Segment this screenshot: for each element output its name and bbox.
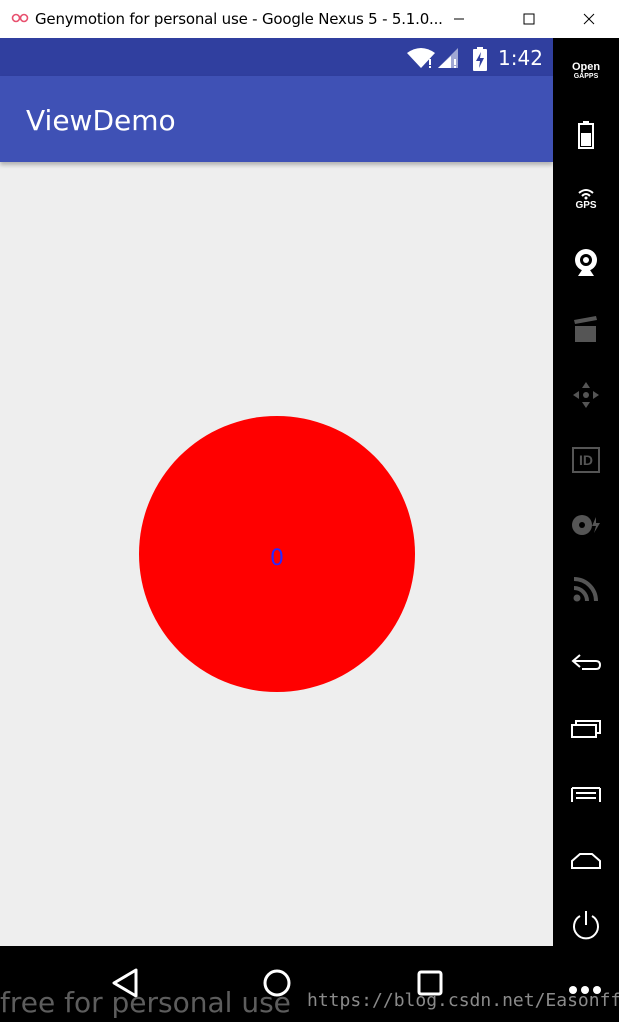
power-icon <box>573 911 599 940</box>
menu-button[interactable] <box>553 770 619 820</box>
opengapps-button[interactable]: Open GAPPS <box>553 46 619 96</box>
recent-apps-button[interactable] <box>553 704 619 754</box>
signal-icon <box>438 48 458 68</box>
opengapps-line1: Open <box>571 61 601 73</box>
power-button[interactable] <box>553 900 619 950</box>
back-icon <box>571 654 602 670</box>
circle-counter-value: 0 <box>270 545 284 571</box>
opengapps-line2: GAPPS <box>573 73 599 80</box>
wifi-icon <box>407 48 435 68</box>
network-button[interactable] <box>553 564 619 614</box>
back-button[interactable] <box>553 638 619 688</box>
window-title: Genymotion for personal use - Google Nex… <box>35 10 443 28</box>
dpad-button[interactable] <box>553 370 619 420</box>
capture-icon <box>574 316 597 342</box>
menu-icon <box>571 787 601 802</box>
recent-apps-icon <box>571 720 601 738</box>
app-title: ViewDemo <box>26 104 176 137</box>
watermark-personal-use: free for personal use <box>0 986 291 1019</box>
identifiers-label: ID <box>579 452 593 468</box>
battery-charging-icon <box>473 47 487 71</box>
minimize-icon <box>454 18 464 20</box>
dpad-icon <box>573 382 599 408</box>
opengapps-icon: Open GAPPS <box>571 61 601 81</box>
disk-io-icon <box>572 515 600 535</box>
webcam-button[interactable] <box>553 238 619 288</box>
battery-button[interactable] <box>553 110 619 160</box>
battery-icon <box>578 121 594 149</box>
app-toolbar: ViewDemo <box>0 76 553 162</box>
maximize-button[interactable] <box>506 0 552 38</box>
status-time: 1:42 <box>498 46 543 70</box>
network-icon <box>573 577 598 602</box>
close-button[interactable] <box>566 0 612 38</box>
capture-button[interactable] <box>553 304 619 354</box>
status-bar: 1:42 <box>0 38 553 76</box>
gps-button[interactable]: GPS <box>553 174 619 224</box>
webcam-icon <box>575 249 597 276</box>
window-titlebar: Genymotion for personal use - Google Nex… <box>0 0 619 38</box>
gps-label: GPS <box>575 200 597 211</box>
close-icon <box>583 13 595 25</box>
main-content: 0 <box>0 162 553 946</box>
red-circle-view[interactable]: 0 <box>139 416 415 692</box>
identifiers-button[interactable]: ID <box>553 435 619 485</box>
minimize-button[interactable] <box>436 0 482 38</box>
maximize-icon <box>523 13 535 25</box>
genymotion-toolbar: Open GAPPS GPS ID <box>553 38 619 946</box>
disk-io-button[interactable] <box>553 500 619 550</box>
genymotion-logo-icon <box>11 13 29 23</box>
home-button[interactable] <box>553 836 619 886</box>
identifiers-icon: ID <box>572 447 600 473</box>
more-options-icon[interactable] <box>568 985 604 995</box>
home-icon <box>571 853 601 869</box>
